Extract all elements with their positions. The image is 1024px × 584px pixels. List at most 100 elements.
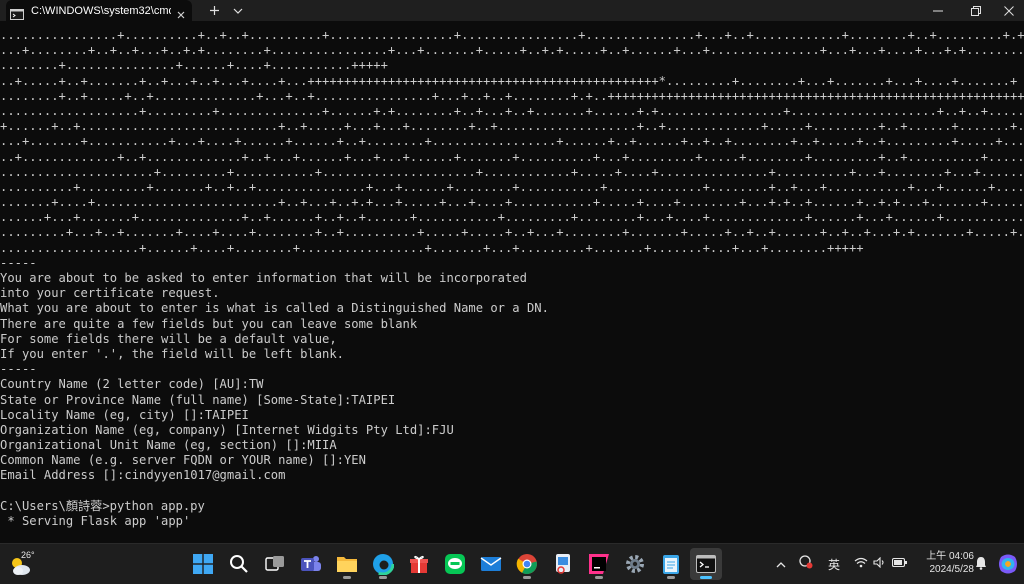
certificate-prompt-output: ----- You are about to be asked to enter… (0, 256, 1024, 529)
pattern-line: ...+.......+...........+...+....+......+… (0, 134, 1024, 149)
output-line: State or Province Name (full name) [Some… (0, 392, 396, 407)
volume-button[interactable] (873, 556, 887, 571)
speaker-icon (873, 556, 884, 569)
output-line: Organizational Unit Name (eg, section) [… (0, 438, 337, 453)
taskbar-app-command-prompt[interactable] (690, 548, 722, 580)
taskbar-app-gift[interactable] (403, 548, 435, 580)
new-tab-button[interactable] (203, 0, 225, 21)
taskbar: 26° 英 上午 04:06 2024/5/28 (0, 543, 1024, 584)
taskbar-app-file-explorer[interactable] (331, 548, 363, 580)
command-prompt-icon (696, 555, 716, 573)
input-method-indicator[interactable]: 英 (828, 556, 840, 573)
show-hidden-icons-button[interactable] (776, 557, 786, 571)
teams-icon (301, 556, 321, 571)
minimize-icon (933, 10, 943, 11)
search-button[interactable] (223, 548, 255, 580)
output-line: into your certificate request. (0, 286, 220, 301)
bell-icon (976, 557, 986, 570)
pattern-line: .......+....+.........................+.… (0, 195, 1024, 210)
maximize-button[interactable] (958, 0, 994, 21)
clock[interactable]: 上午 04:06 2024/5/28 (926, 550, 974, 576)
search-icon (230, 555, 248, 573)
taskbar-app-settings[interactable] (619, 548, 651, 580)
clock-date: 2024/5/28 (929, 564, 975, 575)
pattern-line: ........+..+.....+..+..............+...+… (0, 88, 1024, 103)
copilot-button[interactable] (994, 550, 1022, 578)
output-line: Email Address []:cindyyen1017@gmail.com (0, 468, 286, 483)
windows-logo-icon (193, 554, 213, 574)
folder-icon (337, 557, 357, 572)
terminal-tab[interactable]: C:\WINDOWS\system32\cmd. (6, 0, 192, 21)
terminal-output[interactable]: ................+..........+..+..+......… (0, 28, 1024, 543)
weather-temperature: 26° (21, 550, 35, 560)
running-indicator (523, 576, 531, 579)
output-line: Organization Name (eg, company) [Interne… (0, 422, 454, 437)
output-line: What you are about to enter is what is c… (0, 301, 549, 316)
taskbar-app-notepad[interactable] (655, 548, 687, 580)
output-line: Country Name (2 letter code) [AU]:TW (0, 377, 264, 392)
gear-icon (626, 555, 644, 573)
notepad-icon (663, 555, 679, 574)
wifi-button[interactable] (854, 557, 868, 571)
output-line: * Serving Flask app 'app' (0, 514, 191, 528)
taskbar-app-snipping-tool[interactable] (547, 548, 579, 580)
restore-icon (971, 5, 981, 16)
weather-widget[interactable]: 26° (6, 548, 46, 580)
output-line: There are quite a few fields but you can… (0, 316, 418, 331)
pattern-line: ...................+......+....+........… (0, 240, 864, 255)
cmd-icon (10, 5, 24, 20)
pattern-line: +......+..+...........................+.… (0, 119, 1024, 134)
pattern-line: ......+...+.......+..............+..+...… (0, 210, 1024, 225)
pattern-line: .........+...+..+.......+....+....+.....… (0, 225, 1024, 240)
output-line: You are about to be asked to enter infor… (0, 271, 527, 285)
output-line: ----- (0, 362, 37, 377)
output-line: Common Name (e.g. server FQDN or YOUR na… (0, 453, 366, 468)
start-button[interactable] (187, 548, 219, 580)
output-line: If you enter '.', the field will be left… (0, 346, 344, 361)
tray-app-icon[interactable] (799, 555, 813, 572)
pattern-line: ...+........+..+..+...+..+.+........+...… (0, 43, 1024, 58)
notifications-button[interactable] (975, 556, 987, 573)
clock-time: 上午 04:06 (926, 551, 974, 562)
title-bar: C:\WINDOWS\system32\cmd. (0, 0, 1024, 21)
pattern-line: ...................+.........+..........… (0, 103, 1024, 118)
plus-icon (209, 6, 219, 15)
pattern-line: .....................+.........+........… (0, 164, 1024, 179)
output-line: Locality Name (eg, city) []:TAIPEI (0, 407, 249, 422)
chrome-icon (516, 554, 537, 574)
minimize-button[interactable] (920, 0, 956, 21)
output-line: ----- (0, 255, 37, 270)
line-icon (445, 554, 465, 574)
key-generation-pattern: ................+..........+..+..+......… (0, 28, 1024, 256)
wifi-icon (854, 557, 868, 568)
taskbar-app-chrome[interactable] (511, 548, 543, 580)
snipping-tool-icon (556, 554, 570, 574)
pattern-line: ..+.....+..+.......+..+...+..+...+....+.… (0, 73, 1018, 88)
running-indicator (379, 576, 387, 579)
tab-dropdown-button[interactable] (228, 0, 248, 21)
running-indicator (595, 576, 603, 579)
pattern-line: ..........+.........+.......+..+..+.....… (0, 179, 1024, 194)
taskbar-app-jetbrains[interactable] (583, 548, 615, 580)
chevron-up-icon (776, 562, 786, 568)
tab-title: C:\WINDOWS\system32\cmd. (31, 4, 171, 17)
running-indicator (667, 576, 675, 579)
task-view-button[interactable] (259, 548, 291, 580)
pattern-line: ................+..........+..+..+......… (0, 28, 1024, 42)
shield-alert-icon (799, 555, 813, 569)
jetbrains-icon (589, 554, 609, 574)
taskbar-app-edge[interactable] (367, 548, 399, 580)
close-tab-icon[interactable] (176, 5, 186, 19)
pattern-line: ..+.............+..+.............+..+...… (0, 149, 1024, 164)
close-button[interactable] (994, 0, 1024, 21)
taskbar-app-mail[interactable] (475, 548, 507, 580)
copilot-icon (999, 554, 1017, 574)
taskbar-app-teams[interactable] (295, 548, 327, 580)
gift-icon (410, 555, 428, 573)
output-line: For some fields there will be a default … (0, 331, 337, 346)
pattern-line: ........+...............+......+....+...… (0, 58, 388, 73)
battery-button[interactable] (891, 557, 908, 571)
taskbar-app-line[interactable] (439, 548, 471, 580)
active-indicator (700, 576, 712, 579)
